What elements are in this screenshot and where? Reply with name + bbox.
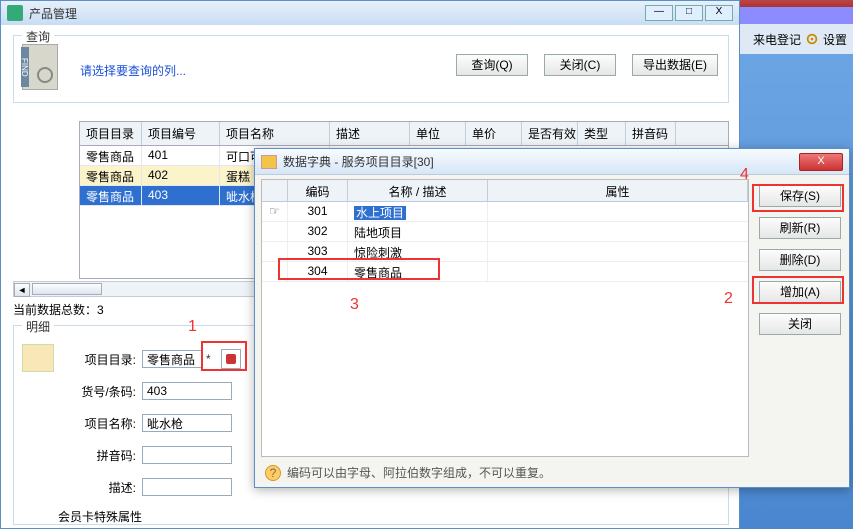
required-asterisk: * [206,352,211,366]
query-groupbox: 查询 FIND 请选择要查询的列... 查询(Q) 关闭(C) 导出数据(E) [13,35,729,103]
col-code[interactable]: 项目编号 [142,122,220,145]
pinyin-label: 拼音码: [72,447,142,464]
dict-row[interactable]: 302陆地项目 [262,222,748,242]
find-icon: FIND [22,44,58,90]
close-dialog-button[interactable]: 关闭 [759,313,841,335]
col-price[interactable]: 单价 [466,122,522,145]
refresh-button[interactable]: 刷新(R) [759,217,841,239]
magnifier-icon [37,67,53,83]
scroll-thumb[interactable] [32,283,102,295]
name-label: 项目名称: [72,415,142,432]
dialog-grid: 编码 名称 / 描述 属性 ☞ 301 水上项目 302陆地项目 303惊险刺激… [261,179,749,457]
close-button[interactable]: X [705,5,733,21]
folder-icon [261,155,277,169]
minimize-button[interactable]: — [645,5,673,21]
call-register-link[interactable]: 来电登记 [753,31,801,48]
vip-attributes-label: 会员卡特殊属性 [58,508,142,525]
save-button[interactable]: 保存(S) [759,185,841,207]
pinyin-input[interactable] [142,446,232,464]
scroll-left-arrow[interactable]: ◄ [14,283,30,297]
name-input[interactable] [142,414,232,432]
hint-bar: ? 编码可以由字母、阿拉伯数字组成，不可以重复。 [265,464,551,481]
desc-label: 描述: [72,479,142,496]
dict-row[interactable]: 303惊险刺激 [262,242,748,262]
data-dictionary-dialog: 数据字典 - 服务项目目录[30] X 编码 名称 / 描述 属性 ☞ 301 … [254,148,850,488]
settings-link[interactable]: 设置 [823,31,847,48]
col-type[interactable]: 类型 [578,122,626,145]
col-valid[interactable]: 是否有效 [522,122,578,145]
dict-row[interactable]: ☞ 301 水上项目 [262,202,748,222]
query-legend: 查询 [22,28,54,45]
delete-button[interactable]: 删除(D) [759,249,841,271]
dialog-close-button[interactable]: X [799,153,843,171]
record-count-label: 当前数据总数：3 [13,301,104,318]
callout-number-2: 2 [724,290,733,308]
desc-input[interactable] [142,478,232,496]
main-titlebar[interactable]: 产品管理 — □ X [1,1,739,25]
sku-label: 货号/条码: [72,383,142,400]
hint-text: 编码可以由字母、阿拉伯数字组成，不可以重复。 [287,464,551,481]
select-columns-link[interactable]: 请选择要查询的列... [80,62,186,79]
directory-lookup-button[interactable] [221,349,241,369]
help-icon: ? [265,465,281,481]
maximize-button[interactable]: □ [675,5,703,21]
export-button[interactable]: 导出数据(E) [632,54,718,76]
window-title: 产品管理 [29,5,643,22]
col-unit[interactable]: 单位 [410,122,466,145]
add-button[interactable]: 增加(A) [759,281,841,303]
col-name-desc[interactable]: 名称 / 描述 [348,180,488,201]
col-desc[interactable]: 描述 [330,122,410,145]
detail-icon [22,344,54,372]
callout-number-1: 1 [188,318,197,336]
row-pointer-icon: ☞ [262,202,288,221]
callout-number-4: 4 [740,166,749,184]
col-directory[interactable]: 项目目录 [80,122,142,145]
app-icon [7,5,23,21]
gear-icon [805,32,819,46]
sku-input[interactable] [142,382,232,400]
close-query-button[interactable]: 关闭(C) [544,54,616,76]
dialog-titlebar[interactable]: 数据字典 - 服务项目目录[30] X [255,149,849,175]
directory-label: 项目目录: [72,351,142,368]
col-attr[interactable]: 属性 [488,180,748,201]
query-button[interactable]: 查询(Q) [456,54,528,76]
lookup-icon [226,354,236,364]
detail-legend: 明细 [22,318,54,335]
table-header: 项目目录 项目编号 项目名称 描述 单位 单价 是否有效 类型 拼音码 [79,121,729,146]
col-code[interactable]: 编码 [288,180,348,201]
callout-number-3: 3 [350,296,359,314]
directory-input[interactable] [142,350,202,368]
col-name[interactable]: 项目名称 [220,122,330,145]
col-py[interactable]: 拼音码 [626,122,676,145]
dialog-title: 数据字典 - 服务项目目录[30] [283,153,799,170]
dict-row[interactable]: 304零售商品 [262,262,748,282]
